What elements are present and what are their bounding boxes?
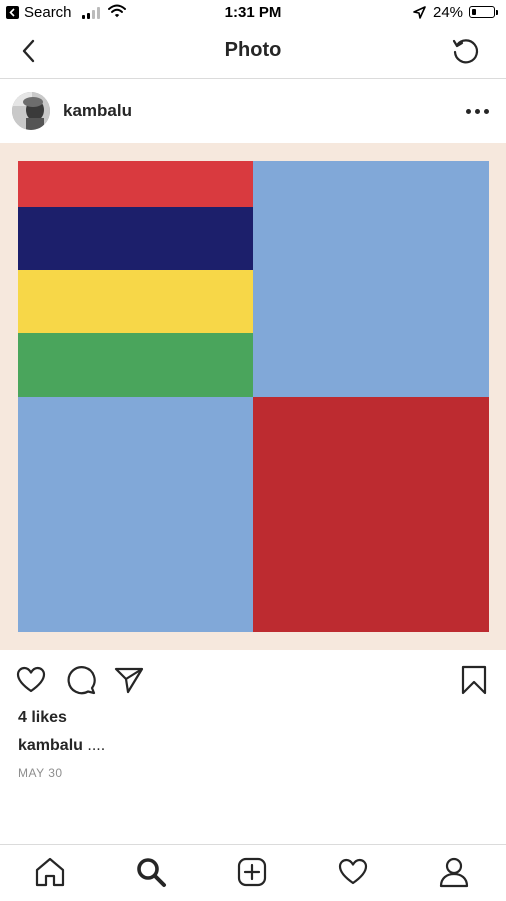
page-title: Photo <box>224 39 282 61</box>
top-right-panel <box>253 161 489 397</box>
battery-fill <box>471 8 477 15</box>
artwork <box>18 161 489 632</box>
activity-heart-icon[interactable] <box>336 855 370 889</box>
comment-icon[interactable] <box>65 664 97 696</box>
new-post-icon[interactable] <box>235 855 269 889</box>
status-time: 1:31 PM <box>224 4 282 21</box>
post-actions <box>0 651 506 707</box>
heart-icon[interactable] <box>15 664 47 696</box>
search-icon[interactable] <box>134 855 168 889</box>
location-arrow-icon <box>413 6 426 19</box>
more-options-icon[interactable] <box>466 109 490 115</box>
post-header: kambalu <box>0 79 506 143</box>
green-stripe <box>18 333 253 397</box>
blue-stripe <box>18 207 253 270</box>
post-date: MAY 30 <box>18 766 63 780</box>
home-icon[interactable] <box>33 855 67 889</box>
caption: kambalu .... <box>18 737 105 755</box>
battery-icon <box>469 6 495 18</box>
bookmark-icon[interactable] <box>458 664 490 696</box>
caption-username[interactable]: kambalu <box>18 737 83 754</box>
nav-bar: Photo <box>0 26 506 79</box>
post-username[interactable]: kambalu <box>63 101 132 121</box>
caption-text: .... <box>82 737 106 754</box>
post-image[interactable] <box>0 143 506 650</box>
share-icon[interactable] <box>113 664 145 696</box>
status-bar: Search 1:31 PM 24% <box>0 0 506 26</box>
bottom-right-panel <box>253 397 489 632</box>
avatar[interactable] <box>12 92 50 130</box>
battery-percent: 24% <box>433 4 464 21</box>
refresh-icon[interactable] <box>450 35 482 67</box>
profile-icon[interactable] <box>437 855 471 889</box>
tab-bar <box>0 844 506 901</box>
bottom-left-panel <box>18 397 253 632</box>
battery-cap <box>496 10 498 15</box>
like-count[interactable]: 4 likes <box>18 709 67 727</box>
red-stripe <box>18 161 253 207</box>
yellow-stripe <box>18 270 253 333</box>
